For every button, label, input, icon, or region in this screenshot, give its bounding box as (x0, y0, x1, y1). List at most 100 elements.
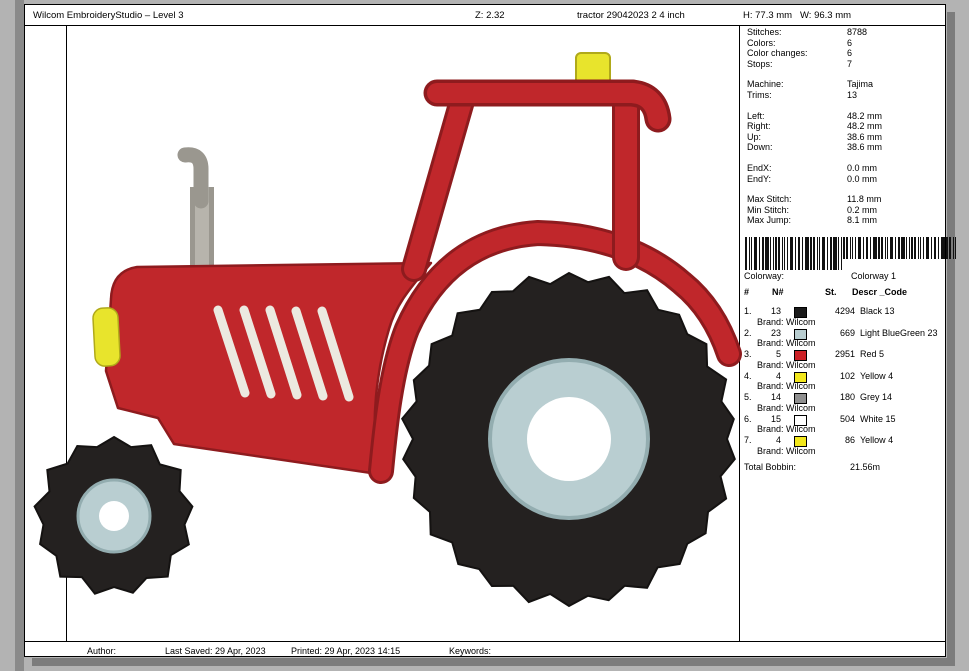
thread-description: Black 13 (860, 306, 895, 316)
stats-panel: Stitches: 8788 Colors: 6 Color changes: 6 Stop… (741, 25, 956, 641)
stat-value: 8788 (847, 27, 868, 37)
stat-row: EndY: 0.0 mm (741, 174, 945, 185)
stat-label: Left: (747, 110, 765, 121)
stat-row: EndX: 0.0 mm (741, 163, 945, 174)
stat-value: 7 (847, 58, 853, 69)
stat-value: 8.1 mm (847, 215, 878, 226)
stat-value: 0.0 mm (847, 162, 878, 173)
stat-row: Min Stitch: 0.2 mm (741, 205, 945, 216)
colorway-label: Colorway: (744, 271, 785, 281)
thread-number: 23 (770, 327, 781, 338)
thread-brand: Brand: Wilcom (757, 381, 816, 392)
stat-row: Trims: 13 (741, 90, 945, 101)
thread-row: 5. 14 180 Grey 14 Brand: Wilcom (741, 392, 945, 414)
stat-label: EndX: (747, 162, 772, 173)
thread-description: Light BlueGreen 23 (860, 327, 938, 338)
row-number: 6. (744, 413, 752, 424)
stat-row: Left: 48.2 mm (741, 111, 945, 122)
total-bobbin-label: Total Bobbin: (744, 462, 797, 472)
stat-label: Min Stitch: (747, 204, 790, 215)
stitch-count: 2951 (834, 349, 855, 359)
stat-value: 38.6 mm (847, 142, 883, 153)
stat-label: Stops: (747, 58, 773, 69)
row-number: 1. (744, 306, 752, 316)
barcode (745, 237, 956, 259)
design-filename: tractor 29042023 2 4 inch (577, 10, 685, 21)
stat-row: Right: 48.2 mm (741, 121, 945, 132)
stat-label: EndY: (747, 173, 772, 184)
keywords-label: Keywords: (449, 646, 492, 656)
stat-label: Max Stitch: (747, 194, 792, 205)
stitch-count: 86 (844, 435, 855, 445)
thread-description: Grey 14 (860, 392, 893, 402)
stitch-count: 504 (839, 413, 855, 424)
stat-row: Color changes: 6 (741, 48, 945, 59)
stitch-count: 669 (839, 327, 855, 338)
stats-list: Stitches: 8788 Colors: 6 Color changes: 6 Stop… (741, 27, 945, 236)
page-header: Wilcom EmbroideryStudio – Level 3 Z: 2.3… (25, 5, 945, 26)
stat-group: EndX: 0.0 mm EndY: 0.0 mm (741, 163, 945, 184)
colorway-row: Colorway: Colorway 1 (741, 271, 945, 282)
side-light-icon (92, 307, 121, 367)
col-header-st: St. (825, 287, 837, 297)
col-header-descr: Descr _Code (852, 287, 908, 297)
stat-label: Color changes: (747, 48, 808, 59)
stat-label: Down: (747, 142, 773, 153)
stat-value: 38.6 mm (847, 131, 883, 142)
stat-value: 6 (847, 48, 853, 59)
stat-label: Machine: (747, 79, 784, 90)
printed-date: Printed: 29 Apr, 2023 14:15 (291, 646, 401, 656)
thread-row: 1. 13 4294 Black 13 Brand: Wilcom (741, 306, 945, 328)
window-edge-shade (15, 0, 24, 671)
row-number: 2. (744, 327, 752, 338)
stat-value: 11.8 mm (847, 194, 882, 205)
design-dimensions: H: 77.3 mm W: 96.3 mm (743, 10, 852, 21)
page-shadow-right (947, 12, 955, 665)
thread-number: 4 (775, 370, 781, 381)
stat-row: Stops: 7 (741, 59, 945, 70)
thread-table-header: # N# St. Descr _Code (741, 287, 945, 299)
front-hub-center (99, 501, 129, 531)
rear-hub-center (527, 397, 611, 481)
thread-brand: Brand: Wilcom (757, 424, 816, 435)
stat-label: Trims: (747, 89, 772, 100)
thread-row: 6. 15 504 White 15 Brand: Wilcom (741, 414, 945, 436)
stat-group: Machine: Tajima Trims: 13 (741, 79, 945, 100)
thread-number: 15 (770, 413, 781, 424)
stat-row: Down: 38.6 mm (741, 142, 945, 153)
stat-value: 48.2 mm (847, 110, 883, 121)
page-footer: Author: Last Saved: 29 Apr, 2023 Printed… (25, 641, 945, 658)
thread-number: 4 (775, 435, 781, 445)
zoom-level: Z: 2.32 (475, 10, 505, 21)
thread-number: 5 (775, 349, 781, 359)
stitch-count: 4294 (834, 306, 855, 316)
stat-value: Tajima (847, 79, 874, 90)
stat-group: Max Stitch: 11.8 mm Min Stitch: 0.2 mm Max J… (741, 194, 945, 226)
stat-row: Machine: Tajima (741, 79, 945, 90)
stitch-count: 102 (839, 370, 855, 381)
thread-number: 13 (770, 306, 781, 316)
thread-row: 4. 4 102 Yellow 4 Brand: Wilcom (741, 371, 945, 393)
thread-table-rows: 1. 13 4294 Black 13 Brand: Wilcom 2. 23 669 Ligh… (741, 306, 945, 457)
stat-value: 0.0 mm (847, 173, 878, 184)
thread-description: Yellow 4 (860, 435, 894, 445)
total-bobbin-value: 21.56m (850, 462, 881, 472)
stat-value: 13 (847, 89, 858, 100)
thread-brand: Brand: Wilcom (757, 445, 816, 456)
row-number: 3. (744, 349, 752, 359)
stat-group: Left: 48.2 mm Right: 48.2 mm Up: 38.6 mm Down:… (741, 111, 945, 153)
stat-row: Stitches: 8788 (741, 27, 945, 38)
thread-description: Yellow 4 (860, 370, 894, 381)
thread-row: 3. 5 2951 Red 5 Brand: Wilcom (741, 349, 945, 371)
exhaust-pipe-icon (177, 147, 214, 273)
thread-brand: Brand: Wilcom (757, 338, 816, 349)
thread-description: White 15 (860, 413, 896, 424)
stat-row: Max Jump: 8.1 mm (741, 215, 945, 226)
col-header-n: N# (772, 287, 784, 297)
thread-description: Red 5 (860, 349, 885, 359)
print-preview-page: Wilcom EmbroideryStudio – Level 3 Z: 2.3… (24, 4, 956, 658)
tractor-embroidery-design (33, 52, 742, 608)
thread-brand: Brand: Wilcom (757, 359, 816, 370)
thread-row: 7. 4 86 Yellow 4 Brand: Wilcom (741, 435, 945, 457)
stat-row: Colors: 6 (741, 38, 945, 49)
